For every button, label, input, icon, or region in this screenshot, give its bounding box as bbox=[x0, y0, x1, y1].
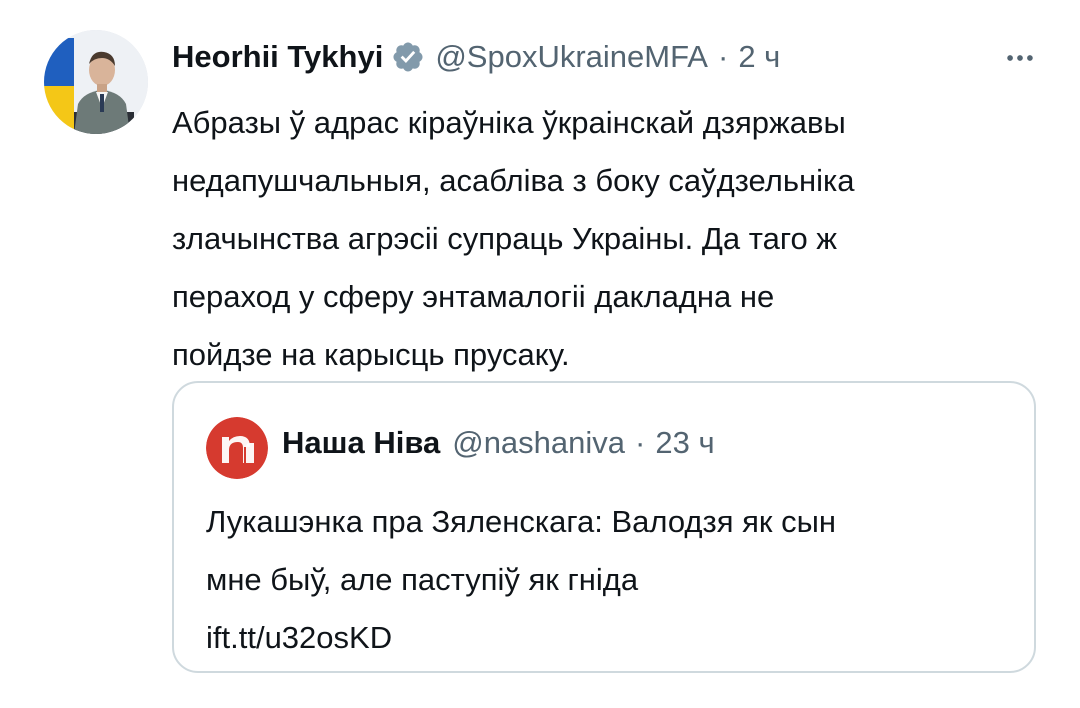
tweet[interactable]: Heorhii Tykhyi @SpoxUkraineMFA · 2 ч Абр… bbox=[0, 0, 1080, 708]
separator-dot: · bbox=[718, 39, 729, 74]
quoted-author-name[interactable]: Наша Ніва bbox=[282, 425, 440, 461]
author-avatar[interactable] bbox=[44, 30, 148, 134]
tweet-text-line: недапушчальныя, асабліва з боку саўдзель… bbox=[172, 163, 855, 198]
verified-badge-icon[interactable] bbox=[391, 40, 425, 74]
quoted-text-line: Лукашэнка пра Зяленскага: Валодзя як сын bbox=[206, 504, 836, 539]
quoted-tweet-text: Лукашэнка пра Зяленскага: Валодзя як сын… bbox=[206, 493, 1006, 667]
tweet-text-line: Абразы ў адрас кіраўніка ўкраінскай дзяр… bbox=[172, 105, 846, 140]
quoted-link[interactable]: ift.tt/u32osKD bbox=[206, 609, 1006, 667]
tweet-text: Абразы ў адрас кіраўніка ўкраінскай дзяр… bbox=[172, 94, 1052, 384]
separator-dot: · bbox=[635, 425, 646, 460]
quoted-author-handle[interactable]: @nashaniva bbox=[452, 425, 625, 461]
tweet-timestamp[interactable]: 2 ч bbox=[738, 39, 780, 75]
tweet-text-line: злачынства агрэсіі супраць Украіны. Да т… bbox=[172, 221, 838, 256]
tweet-text-line: пойдзе на карысць прусаку. bbox=[172, 337, 570, 372]
more-horizontal-icon[interactable] bbox=[1000, 38, 1040, 78]
quoted-text-line: мне быў, але паступіў як гніда bbox=[206, 562, 639, 597]
author-avatar-image bbox=[44, 30, 148, 134]
tweet-text-line: пераход у сферу энтамалогіі дакладна не bbox=[172, 279, 775, 314]
quoted-tweet[interactable]: Наша Ніва @nashaniva · 23 ч Лукашэнка пр… bbox=[172, 381, 1036, 673]
quoted-tweet-header: Наша Ніва @nashaniva · 23 ч bbox=[282, 425, 715, 461]
quoted-tweet-timestamp[interactable]: 23 ч bbox=[655, 425, 714, 461]
quoted-author-avatar[interactable] bbox=[206, 417, 268, 479]
author-handle[interactable]: @SpoxUkraineMFA bbox=[435, 39, 708, 75]
tweet-header: Heorhii Tykhyi @SpoxUkraineMFA · 2 ч bbox=[172, 34, 1040, 80]
author-name[interactable]: Heorhii Tykhyi bbox=[172, 39, 383, 75]
nashaniva-logo-icon bbox=[206, 417, 268, 479]
